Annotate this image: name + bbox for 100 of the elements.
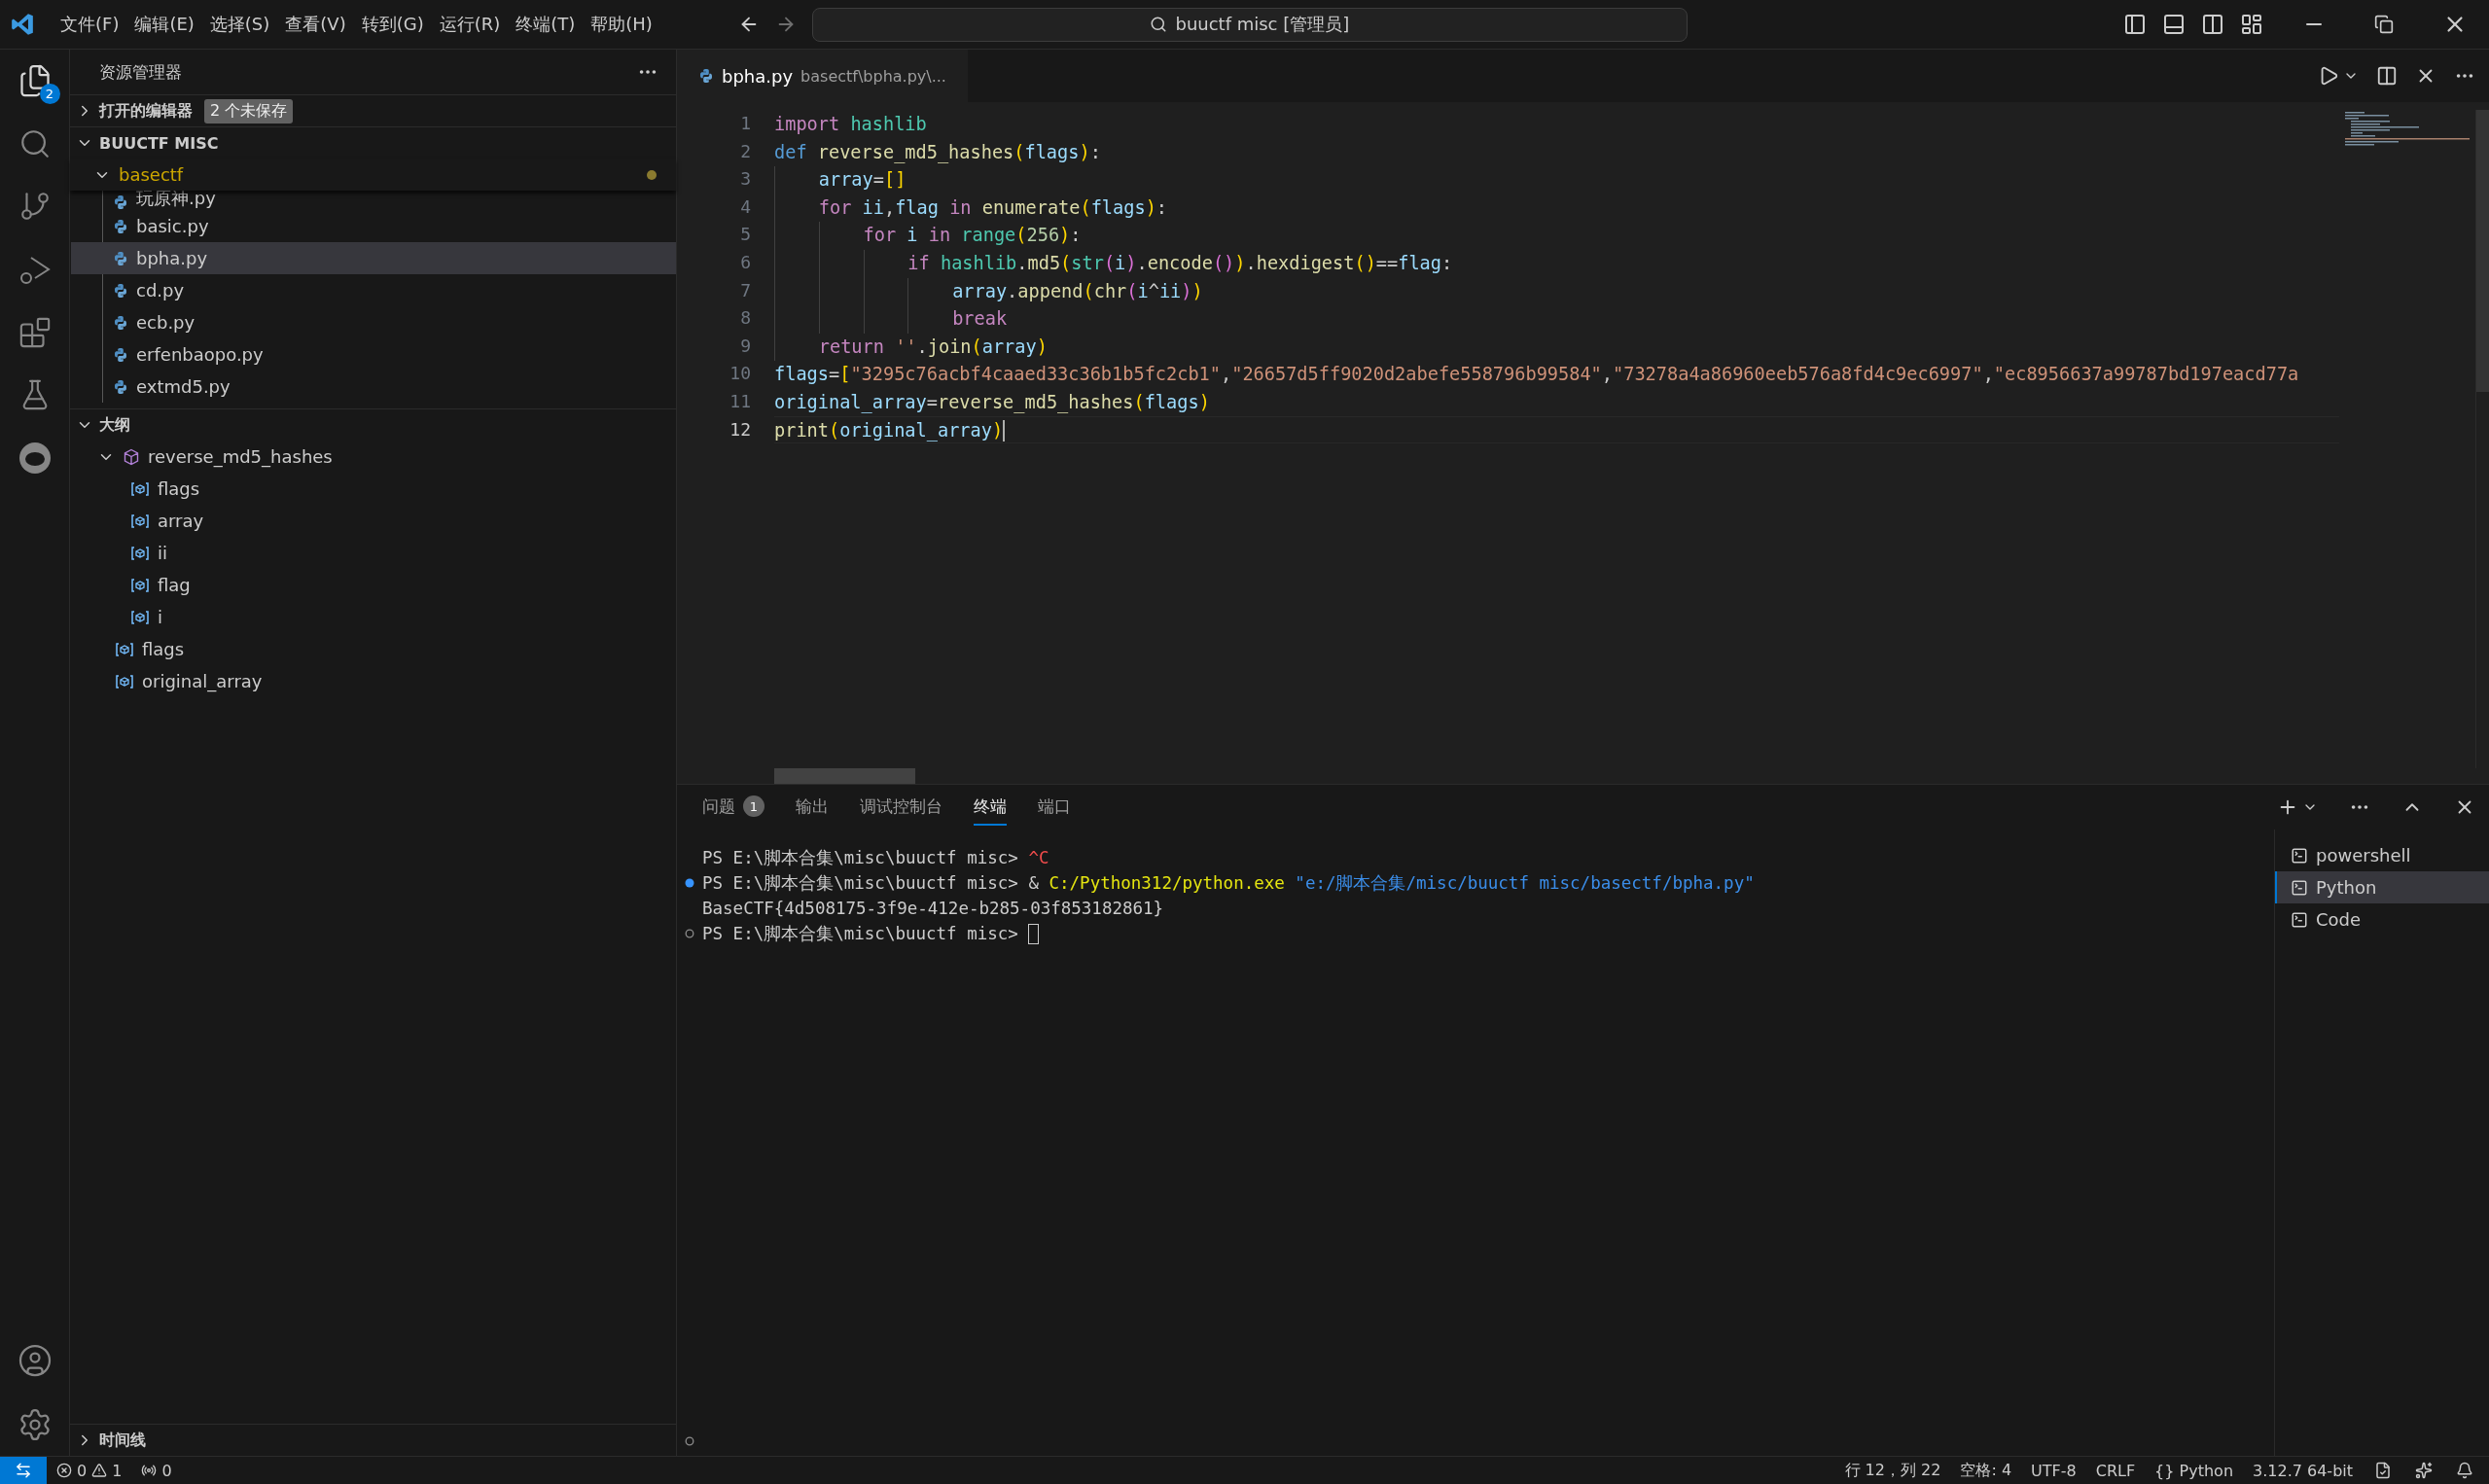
line-number: 10 — [729, 362, 752, 386]
search-icon — [1150, 16, 1168, 33]
panel-tab[interactable]: 终端 — [974, 789, 1007, 826]
remote-icon — [15, 1462, 32, 1479]
extensions-icon[interactable] — [18, 316, 52, 349]
section-header[interactable]: 打开的编辑器 2 个未保存 — [70, 94, 676, 126]
file-item[interactable]: ecb.py — [71, 306, 676, 338]
app-logo-icon — [10, 12, 35, 37]
file-item[interactable]: bpha.py — [71, 242, 676, 274]
panel-layout-icon[interactable] — [2162, 13, 2186, 36]
unsaved-badge: 2 个未保存 — [204, 98, 294, 124]
error-icon — [56, 1463, 72, 1478]
encoding-status[interactable]: UTF-8 — [2021, 1461, 2086, 1480]
menu-item[interactable]: 帮助(H) — [583, 9, 660, 40]
python-file-icon — [113, 314, 128, 331]
line-number: 3 — [739, 167, 752, 192]
terminal-line: PS E:\脚本合集\misc\buuctf misc> ^C — [702, 847, 1049, 869]
outline-item[interactable]: reverse_md5_hashes — [70, 441, 676, 473]
outline-item[interactable]: ii — [70, 537, 676, 569]
terminal-item[interactable]: powershell — [2275, 839, 2489, 871]
command-search-field[interactable]: buuctf misc [管理员] — [811, 7, 1688, 42]
terminal-line: BaseCTF{4d508175-3f9e-412e-b285-03f853182861} — [702, 899, 1164, 918]
menu-item[interactable]: 转到(G) — [353, 9, 432, 40]
panel-tab[interactable]: 端口 — [1038, 789, 1071, 826]
split-editor-icon[interactable] — [2376, 65, 2398, 87]
section-header[interactable]: 大纲 — [70, 408, 676, 441]
empty-dot-icon — [685, 1436, 694, 1446]
account-icon[interactable] — [17, 1343, 53, 1378]
menu-item[interactable]: 选择(S) — [201, 9, 278, 40]
file-item[interactable]: erfenbaopo.py — [71, 338, 676, 371]
outline-item[interactable]: array — [70, 505, 676, 537]
outline-item[interactable]: flag — [70, 569, 676, 601]
outline-item[interactable]: i — [70, 601, 676, 633]
line-number: 6 — [739, 250, 752, 274]
split-layout-icon[interactable] — [2201, 13, 2224, 36]
menu-item[interactable]: 查看(V) — [277, 9, 354, 40]
line-number: 12 — [729, 417, 752, 442]
code-line: print(original_array) — [774, 415, 2339, 444]
terminal-item[interactable]: Code — [2275, 903, 2489, 936]
remote-button[interactable] — [0, 1457, 47, 1484]
outline-item[interactable]: original_array — [70, 665, 676, 697]
outline-item[interactable]: flags — [70, 633, 676, 665]
section-header[interactable]: BUUCTF MISC — [70, 126, 676, 159]
success-dot-icon[interactable] — [685, 878, 694, 888]
menu-item[interactable]: 编辑(E) — [126, 9, 202, 40]
count-badge: 1 — [743, 795, 764, 817]
terminal-icon — [2291, 846, 2308, 865]
variable-icon — [115, 641, 134, 657]
cursor-position[interactable]: 行 12，列 22 — [1834, 1460, 1951, 1481]
variable-icon — [130, 480, 150, 497]
code-line: return ''.join(array) — [774, 332, 2339, 361]
terminal-item[interactable]: Python — [2275, 871, 2489, 903]
file-check-icon[interactable] — [2374, 1462, 2392, 1479]
terminal-line: PS E:\脚本合集\misc\buuctf misc> — [702, 923, 1019, 945]
code-line: flags=["3295c76acbf4caaed33c36b1b5fc2cb1","26657d5ff9020d2abefe558796b99584","73278a4a86960eeb576a8fd4c9ec6997","ec8956637a99787bd197eacd77a — [774, 363, 2300, 387]
menu-item[interactable]: 文件(F) — [53, 9, 127, 40]
restore-icon[interactable] — [2374, 15, 2394, 34]
folder-item[interactable]: basectf — [70, 159, 676, 191]
variable-icon — [130, 512, 150, 529]
panel-tab[interactable]: 问题 1 — [702, 789, 764, 826]
python-file-icon — [113, 218, 128, 234]
line-number: 9 — [739, 334, 752, 358]
panel-tab[interactable]: 调试控制台 — [860, 789, 942, 826]
problems-status[interactable]: 0 1 — [47, 1461, 132, 1480]
variable-icon — [115, 673, 134, 689]
outline-item[interactable]: flags — [70, 473, 676, 505]
indentation-status[interactable]: 空格: 4 — [1950, 1460, 2022, 1481]
bell-icon[interactable] — [2456, 1462, 2473, 1479]
code-line: original_array=reverse_md5_hashes(flags) — [774, 390, 1211, 415]
terminal-icon — [2291, 878, 2308, 897]
customize-layout-icon[interactable] — [2240, 13, 2263, 36]
code-line: for ii,flag in enumerate(flags): — [774, 193, 2339, 222]
file-item[interactable]: cd.py — [71, 274, 676, 306]
file-item[interactable]: extmd5.py — [71, 371, 676, 403]
code-line: import hashlib — [774, 113, 928, 136]
terminal-line: PS E:\脚本合集\misc\buuctf misc> & C:/Python312/python.exe "e:/脚本合集/misc/buuctf misc/basectf/bpha.py" — [702, 872, 1755, 895]
ports-status[interactable]: 0 — [131, 1461, 182, 1480]
variable-icon — [130, 577, 150, 593]
warning-icon — [91, 1463, 108, 1478]
language-status[interactable]: {} Python — [2145, 1461, 2243, 1480]
sidebar-layout-icon[interactable] — [2123, 13, 2147, 36]
menu-item[interactable]: 运行(R) — [431, 9, 509, 40]
line-ending-status[interactable]: CRLF — [2085, 1461, 2146, 1480]
file-item[interactable]: basic.py — [71, 210, 676, 242]
empty-dot-icon[interactable] — [685, 929, 694, 938]
line-number: 11 — [729, 389, 752, 413]
code-line: array.append(chr(i^ii)) — [774, 276, 2339, 305]
code-line: if hashlib.md5(str(i).encode()).hexdigest()==flag: — [774, 248, 2339, 277]
editor-tab[interactable]: bpha.py basectf\bpha.py\... — [677, 50, 968, 102]
python-file-icon — [698, 68, 714, 84]
code-line: for i in range(256): — [774, 221, 2339, 249]
python-file-icon — [113, 378, 128, 395]
panel-tab[interactable]: 输出 — [796, 789, 829, 826]
ports-count: 0 — [161, 1461, 172, 1480]
sparkle-icon[interactable] — [2415, 1462, 2433, 1479]
interpreter-status[interactable]: 3.12.7 64-bit — [2243, 1461, 2363, 1480]
terminal-icon — [2291, 910, 2308, 929]
menu-item[interactable]: 终端(T) — [508, 9, 584, 40]
cube-icon — [123, 447, 140, 466]
python-file-icon — [113, 250, 128, 266]
